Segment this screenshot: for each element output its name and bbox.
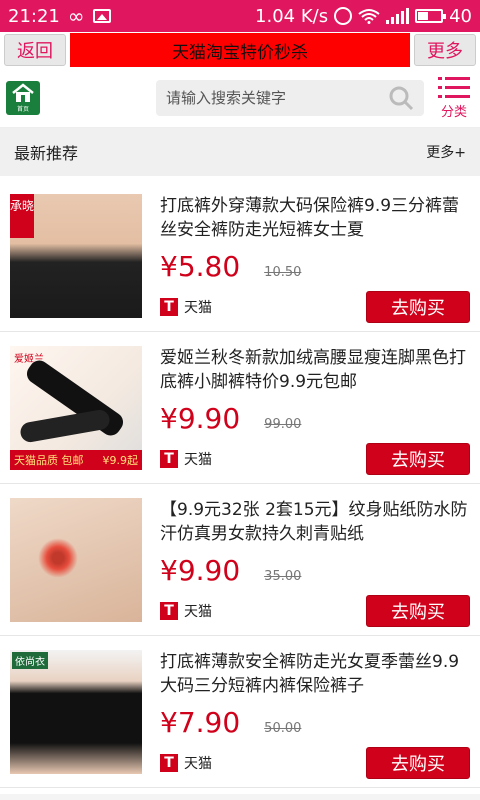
shop-name: 天猫: [184, 300, 212, 316]
search-input[interactable]: 请输入搜索关键字: [156, 79, 424, 116]
alarm-icon: [334, 7, 353, 25]
product-title[interactable]: 爱姬兰秋冬新款加绒高腰显瘦连脚黑色打底裤小脚裤特价9.9元包邮: [160, 346, 470, 394]
home-icon[interactable]: 首页: [6, 80, 40, 115]
list-bottom-divider: [0, 794, 480, 800]
product-old-price: 99.00: [264, 417, 302, 432]
list-icon: [438, 77, 470, 98]
battery-icon: [415, 9, 447, 23]
product-image[interactable]: [10, 498, 142, 622]
shop-badge: 承晓: [10, 194, 34, 238]
status-bar: 21:21 ∞ 1.04 K/s 40: [0, 0, 480, 32]
section-more-link[interactable]: 更多+: [426, 142, 466, 162]
banner-right: ¥9.9起: [102, 454, 139, 467]
shop-name: 天猫: [184, 756, 212, 772]
product-item[interactable]: 依尚衣 打底裤薄款安全裤防走光女夏季蕾丝9.9大码三分短裤内裤保险裤子 ¥7.9…: [0, 636, 480, 788]
product-price: ¥9.90: [160, 402, 241, 435]
product-list: 承晓 打底裤外穿薄款大码保险裤9.9三分裤蕾丝安全裤防走光短裤女士夏 ¥5.80…: [0, 176, 480, 788]
buy-button[interactable]: 去购买: [366, 595, 470, 627]
back-button[interactable]: 返回: [4, 34, 66, 66]
product-old-price: 10.50: [264, 265, 302, 280]
product-image[interactable]: 依尚衣: [10, 650, 142, 774]
product-item[interactable]: 爱姬兰 天猫品质 包邮 ¥9.9起 爱姬兰秋冬新款加绒高腰显瘦连脚黑色打底裤小脚…: [0, 332, 480, 484]
brand-label: 依尚衣: [12, 652, 48, 669]
product-title[interactable]: 打底裤薄款安全裤防走光女夏季蕾丝9.9大码三分短裤内裤保险裤子: [160, 650, 470, 698]
page-title: 天猫淘宝特价秒杀: [70, 33, 410, 67]
search-icon[interactable]: [388, 85, 414, 111]
product-old-price: 35.00: [264, 569, 302, 584]
search-row: 首页 请输入搜索关键字 分类: [0, 68, 480, 128]
product-image[interactable]: 爱姬兰 天猫品质 包邮 ¥9.9起: [10, 346, 142, 470]
buy-button[interactable]: 去购买: [366, 443, 470, 475]
product-title[interactable]: 【9.9元32张 2套15元】纹身贴纸防水防汗仿真男女款持久刺青贴纸: [160, 498, 470, 546]
battery-percent: 40: [449, 5, 472, 27]
product-title[interactable]: 打底裤外穿薄款大码保险裤9.9三分裤蕾丝安全裤防走光短裤女士夏: [160, 194, 470, 242]
product-item[interactable]: 承晓 打底裤外穿薄款大码保险裤9.9三分裤蕾丝安全裤防走光短裤女士夏 ¥5.80…: [0, 180, 480, 332]
tmall-icon: T: [160, 602, 178, 620]
search-placeholder: 请输入搜索关键字: [166, 89, 287, 107]
product-price: ¥7.90: [160, 706, 241, 739]
banner-left: 天猫品质 包邮: [14, 454, 84, 467]
product-item[interactable]: 【9.9元32张 2套15元】纹身贴纸防水防汗仿真男女款持久刺青贴纸 ¥9.90…: [0, 484, 480, 636]
tmall-icon: T: [160, 754, 178, 772]
product-price: ¥9.90: [160, 554, 241, 587]
signal-icon: [386, 8, 410, 24]
network-speed: 1.04 K/s: [255, 5, 329, 27]
shop-name: 天猫: [184, 452, 212, 468]
tmall-icon: T: [160, 298, 178, 316]
infinity-icon: ∞: [67, 4, 85, 28]
header-bar: 返回 天猫淘宝特价秒杀 更多: [0, 32, 480, 68]
section-title: 最新推荐: [14, 144, 79, 163]
more-button[interactable]: 更多: [414, 34, 476, 66]
buy-button[interactable]: 去购买: [366, 747, 470, 779]
product-image[interactable]: 承晓: [10, 194, 142, 318]
status-time: 21:21: [8, 5, 60, 27]
product-price: ¥5.80: [160, 250, 241, 283]
image-icon: [92, 9, 111, 23]
category-label: 分类: [440, 105, 467, 120]
category-button[interactable]: 分类: [434, 75, 474, 120]
buy-button[interactable]: 去购买: [366, 291, 470, 323]
product-old-price: 50.00: [264, 721, 302, 736]
home-label: 首页: [16, 105, 29, 113]
house-icon: [12, 82, 34, 102]
tattoo-flower: [38, 538, 78, 578]
shop-name: 天猫: [184, 604, 212, 620]
wifi-icon: [358, 9, 380, 24]
tmall-icon: T: [160, 450, 178, 468]
promo-banner: 天猫品质 包邮 ¥9.9起: [10, 450, 142, 470]
section-header: 最新推荐 更多+: [0, 128, 480, 176]
